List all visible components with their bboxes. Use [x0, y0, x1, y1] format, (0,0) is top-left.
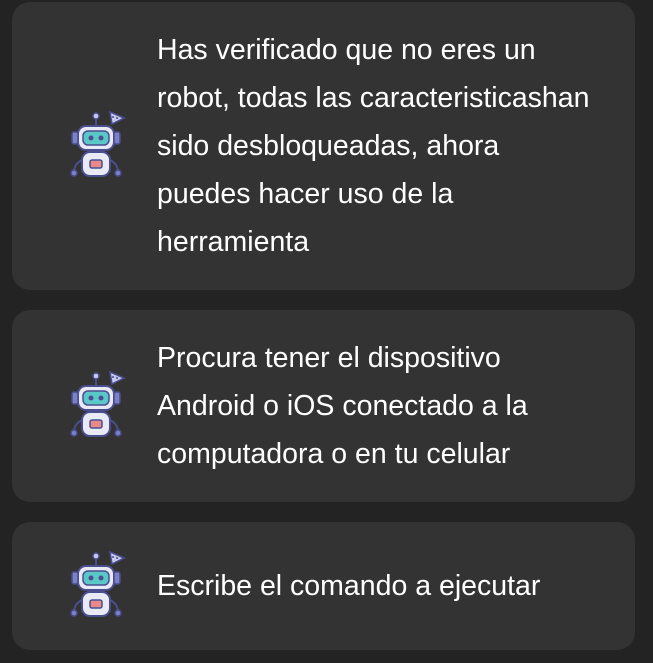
message-text: Procura tener el dispositivo Android o i… — [157, 342, 528, 470]
message-list: Has verificado que no eres un robot, tod… — [0, 0, 653, 663]
message-card: Has verificado que no eres un robot, tod… — [12, 2, 635, 290]
message-text: Has verificado que no eres un robot, tod… — [157, 34, 590, 258]
message-card: Escribe el comando a ejecutar — [12, 522, 635, 650]
message-text: Escribe el comando a ejecutar — [157, 570, 541, 602]
message-card: Procura tener el dispositivo Android o i… — [12, 310, 635, 502]
robot-icon — [70, 111, 125, 177]
robot-icon — [70, 551, 125, 617]
robot-icon — [70, 371, 125, 437]
